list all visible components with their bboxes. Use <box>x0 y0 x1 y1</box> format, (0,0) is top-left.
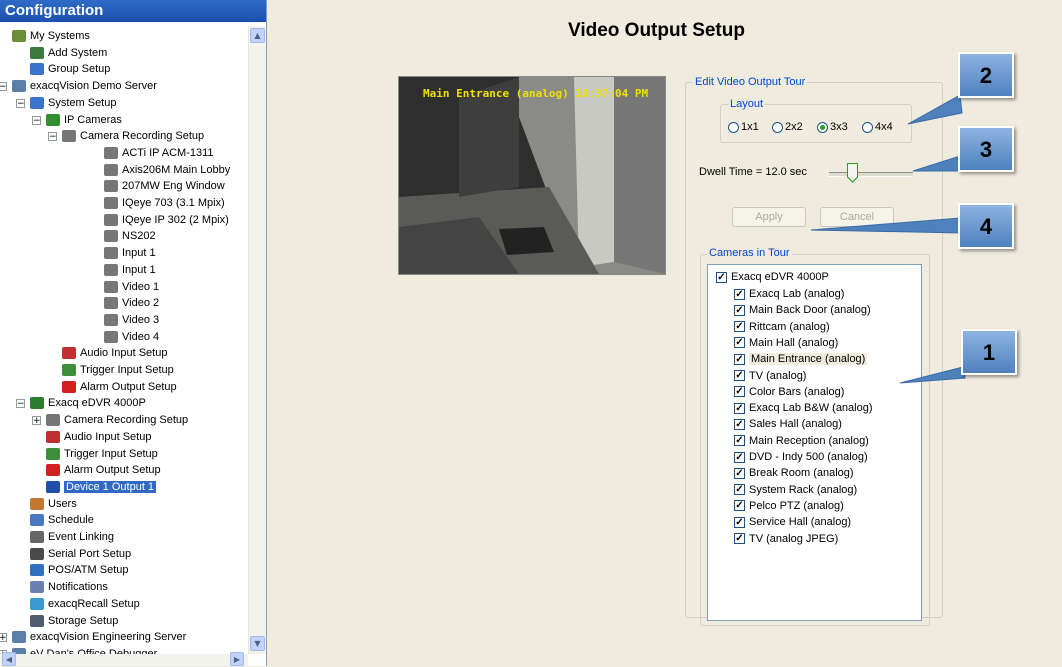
callout-3: 3 <box>958 126 1014 172</box>
callout-1: 1 <box>961 329 1017 375</box>
callout-arrows <box>810 94 966 384</box>
callout-2: 2 <box>958 52 1014 98</box>
callout-4: 4 <box>958 203 1014 249</box>
